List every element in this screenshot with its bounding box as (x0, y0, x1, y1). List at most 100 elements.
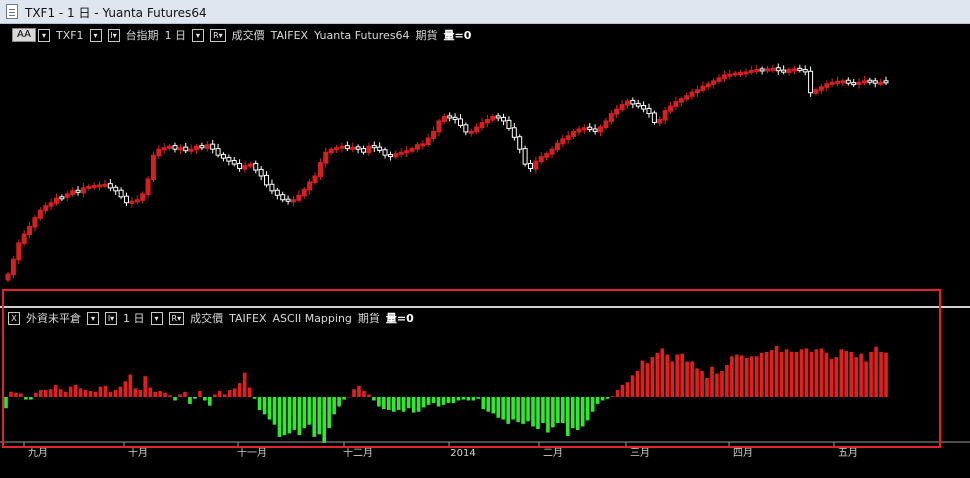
candle-body (474, 126, 480, 133)
candle-body (694, 89, 700, 94)
candle-body (651, 112, 657, 123)
candle-body (161, 147, 167, 151)
candle-body (226, 157, 232, 162)
candle-body (867, 79, 873, 83)
candle-body (813, 89, 819, 94)
candle-body (204, 144, 210, 149)
candle-body (102, 183, 108, 187)
candle-body (258, 168, 264, 177)
candle-body (641, 104, 647, 110)
candle-body (560, 138, 566, 145)
candle-body (506, 119, 512, 129)
highlight-annotation-box (2, 289, 941, 448)
candle-body (457, 118, 463, 126)
candle-body (53, 197, 59, 204)
candle-body (355, 146, 361, 150)
candle-body (134, 199, 140, 203)
candle-body (856, 81, 862, 85)
candle-body (129, 200, 135, 204)
candle-body (188, 148, 194, 152)
candle-body (840, 80, 846, 84)
candle-body (404, 150, 410, 154)
candle-body (522, 148, 528, 165)
candle-body (835, 80, 841, 84)
candle-body (172, 145, 178, 150)
candle-body (511, 127, 517, 138)
candle-body (748, 69, 754, 73)
x-axis-label: 2014 (450, 448, 475, 459)
candle-body (177, 147, 183, 151)
candle-body (549, 148, 555, 155)
candle-body (775, 67, 781, 72)
candle-body (59, 196, 65, 200)
candle-body (334, 147, 340, 151)
candle-body (878, 81, 884, 85)
candle-body (32, 217, 38, 228)
candle-body (851, 82, 857, 86)
candle-body (608, 113, 614, 123)
candle-body (883, 80, 889, 84)
candle-body (301, 188, 307, 197)
candle-body (614, 108, 620, 115)
candle-body (290, 199, 296, 203)
window-title: TXF1 - 1 日 - Yuanta Futures64 (25, 6, 207, 20)
candle-body (495, 115, 501, 119)
candle-body (727, 73, 733, 77)
candle-body (231, 160, 237, 165)
candle-body (183, 146, 189, 152)
candle-body (140, 193, 146, 201)
candle-body (603, 120, 609, 129)
candle-body (27, 226, 33, 236)
candle-body (145, 178, 151, 195)
candle-body (587, 126, 593, 131)
chart-area[interactable]: AA ▾ TXF1 ▾ I▾ 台指期 1 日 ▾ R▾ 成交價 TAIFEX Y… (0, 24, 970, 478)
candle-body (312, 175, 318, 184)
candle-body (700, 85, 706, 91)
candle-body (274, 189, 280, 196)
candle-body (484, 118, 490, 124)
candle-body (210, 143, 216, 150)
candle-body (705, 83, 711, 88)
candle-body (711, 80, 717, 85)
candle-body (678, 98, 684, 103)
candle-body (786, 69, 792, 73)
candle-body (781, 69, 787, 73)
candle-body (75, 189, 81, 193)
candle-body (829, 81, 835, 85)
candle-body (824, 83, 830, 88)
candle-body (732, 72, 738, 76)
candle-body (468, 130, 474, 134)
candle-body (414, 144, 420, 150)
candle-body (156, 148, 162, 157)
candle-body (533, 160, 539, 170)
candle-body (220, 154, 226, 159)
candle-body (339, 145, 345, 149)
candle-body (317, 162, 323, 178)
candle-body (199, 145, 205, 149)
candle-body (350, 146, 356, 150)
candle-body (64, 193, 70, 198)
candle-body (447, 115, 453, 119)
candle-body (759, 68, 765, 72)
candle-body (630, 99, 636, 105)
candle-body (441, 116, 447, 123)
x-axis-label: 九月 (28, 447, 48, 459)
candle-body (97, 184, 103, 188)
candle-body (194, 145, 200, 151)
candle-body (431, 130, 437, 140)
candle-body (624, 100, 630, 106)
candle-body (285, 198, 291, 202)
candle-body (16, 242, 22, 261)
candle-body (150, 154, 156, 181)
candle-body (344, 145, 350, 150)
candle-body (565, 135, 571, 140)
candle-body (118, 189, 124, 198)
window-titlebar: TXF1 - 1 日 - Yuanta Futures64 (0, 0, 970, 24)
x-axis-label: 三月 (630, 447, 650, 459)
candle-body (452, 116, 458, 120)
candle-body (420, 143, 426, 147)
candle-body (425, 137, 431, 145)
candle-body (328, 148, 334, 154)
candle-body (323, 151, 329, 164)
candle-body (501, 116, 507, 122)
